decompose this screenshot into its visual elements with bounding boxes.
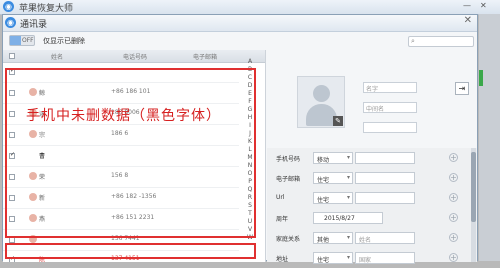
alphabet-letter[interactable]: A [243,58,257,66]
app-close-button[interactable]: ✕ [480,1,487,10]
form-row-anniversary: 周年 2015/8/27 + [267,208,477,228]
contact-form: 手机号码 移动 ▾ + 电子邮箱 住宅 ▾ + Url 住宅 ▾ + 周年 2015/… [267,148,477,264]
chevron-down-icon: ▾ [346,154,350,161]
email-input[interactable] [355,172,415,184]
email-type-value: 住宅 [317,177,330,184]
background-tab-indicator [479,70,483,86]
contact-photo[interactable]: ✎ [297,76,345,128]
minimize-button[interactable]: — [463,1,471,10]
app-title-bar: ◉ 苹果恢复大师 — ✕ [0,0,500,15]
scrollbar-thumb[interactable] [471,152,476,222]
annotation-text: 手机中未删数据（黑色字体） [26,108,221,124]
annotation-highlight-row [5,243,256,259]
first-name-placeholder: 名字 [366,86,379,93]
phone-type-value: 移动 [317,157,330,164]
dialog-title: 通讯录 [20,20,48,30]
email-type-select[interactable]: 住宅 ▾ [313,172,353,184]
relation-label: 家庭关系 [276,236,301,243]
form-row-phone: 手机号码 移动 ▾ + [267,148,477,168]
form-row-address: 地址 住宅 ▾ 国家 + [267,248,477,268]
address-country-input[interactable]: 国家 [355,252,415,264]
header-name: 姓名 [51,54,64,61]
url-type-value: 住宅 [317,197,330,204]
contact-detail: ✎ 名字 中间名 ⇥ 手机号码 移动 ▾ + 电子邮箱 住宅 ▾ + Url 住宅 ▾ [267,50,477,264]
form-row-relation: 家庭关系 其他 ▾ 姓名 + [267,228,477,248]
add-email-icon[interactable]: + [449,173,458,182]
background-window-edge [479,14,500,261]
search-icon: ⌕ [411,37,415,45]
relation-name-input[interactable]: 姓名 [355,232,415,244]
middle-name-field[interactable]: 中间名 [363,102,417,113]
toggle-knob [10,36,21,45]
last-name-field[interactable] [363,122,417,133]
url-label: Url [276,194,285,201]
header-email: 电子邮箱 [193,54,218,61]
relation-type-value: 其他 [317,237,330,244]
add-url-icon[interactable]: + [449,193,458,202]
add-phone-icon[interactable]: + [449,153,458,162]
phone-type-select[interactable]: 移动 ▾ [313,152,353,164]
phone-input[interactable] [355,152,415,164]
anniversary-value: 2015/8/27 [324,215,355,222]
edit-photo-icon[interactable]: ✎ [333,116,343,126]
address-country-placeholder: 国家 [359,257,372,264]
first-name-field[interactable]: 名字 [363,82,417,93]
middle-name-placeholder: 中间名 [366,106,385,113]
form-row-url: Url 住宅 ▾ + [267,188,477,208]
chevron-down-icon: ▾ [346,234,350,241]
chevron-down-icon: ▾ [346,174,350,181]
toolbar: OFF 仅显示已删除 ⌕ [3,32,477,49]
header-phone: 电话号码 [123,54,148,61]
detail-scrollbar[interactable] [471,148,476,262]
anniversary-date-field[interactable]: 2015/8/27 [313,212,383,224]
add-relation-icon[interactable]: + [449,233,458,242]
address-label: 地址 [276,256,289,263]
chevron-down-icon: ▾ [346,254,350,261]
phone-label: 手机号码 [276,156,301,163]
show-deleted-label: 仅显示已删除 [43,37,85,45]
form-row-email: 电子邮箱 住宅 ▾ + [267,168,477,188]
search-input[interactable] [419,37,471,46]
url-input[interactable] [355,192,415,204]
avatar-head-shape [313,85,330,102]
show-deleted-toggle[interactable]: OFF [9,35,35,46]
anniversary-label: 周年 [276,216,289,223]
relation-name-placeholder: 姓名 [359,237,372,244]
annotation-highlight-box [5,68,256,238]
address-type-value: 住宅 [317,257,330,264]
relation-type-select[interactable]: 其他 ▾ [313,232,353,244]
url-type-select[interactable]: 住宅 ▾ [313,192,353,204]
export-button[interactable]: ⇥ [455,82,469,95]
address-type-select[interactable]: 住宅 ▾ [313,252,353,264]
dialog-close-button[interactable]: ✕ [464,15,472,26]
chevron-down-icon: ▾ [346,194,350,201]
email-label: 电子邮箱 [276,176,301,183]
contacts-logo-icon: ◉ [5,17,16,28]
app-logo-icon: ◉ [3,1,14,12]
toggle-label: OFF [22,37,34,44]
search-box[interactable]: ⌕ [408,36,474,47]
app-title: 苹果恢复大师 [19,4,74,14]
select-all-checkbox[interactable] [9,53,15,59]
add-anniversary-icon[interactable]: + [449,213,458,222]
dialog-title-bar: ◉ 通讯录 ✕ [3,15,477,32]
